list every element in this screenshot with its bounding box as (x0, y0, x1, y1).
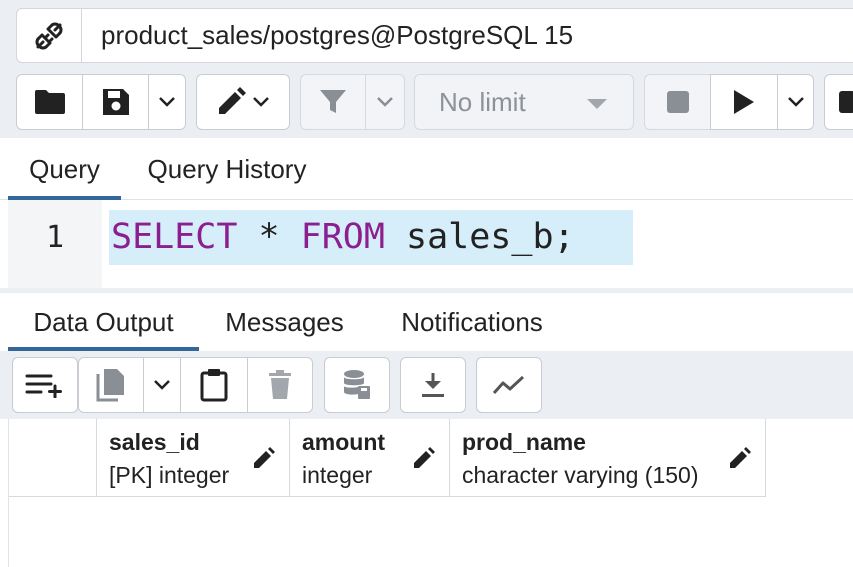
delete-row-button[interactable] (247, 357, 313, 413)
tab-notifications-label: Notifications (401, 306, 543, 337)
column-name: prod_name (462, 429, 586, 455)
copy-button[interactable] (78, 357, 144, 413)
chevron-down-icon (377, 97, 393, 107)
stop-query-button[interactable] (644, 74, 711, 130)
explain-icon (839, 91, 853, 113)
connection-label: product_sales/postgres@PostgreSQL 15 (101, 20, 574, 50)
chevron-down-icon (159, 97, 175, 107)
copy-options-dropdown[interactable] (143, 357, 181, 413)
chevron-down-icon (787, 97, 804, 107)
query-tab-bar: Query Query History (0, 138, 853, 200)
sql-code-line[interactable]: SELECT * FROM sales_b; (109, 210, 633, 265)
save-icon (102, 89, 129, 115)
row-limit-value: No limit (439, 86, 526, 117)
download-button[interactable] (400, 357, 466, 413)
sql-table-name: sales_b; (384, 217, 575, 257)
filter-icon (320, 90, 346, 113)
tab-query[interactable]: Query (8, 138, 121, 200)
pencil-icon[interactable] (413, 447, 435, 469)
tab-notifications[interactable]: Notifications (370, 293, 574, 351)
download-icon (422, 373, 444, 397)
clipboard-icon (200, 369, 228, 402)
database-save-icon (344, 370, 370, 399)
line-number: 1 (45, 220, 65, 255)
pencil-icon (219, 87, 246, 114)
chevron-down-icon (253, 97, 269, 107)
data-output-grid: sales_id [PK] integer amount integer pro… (8, 419, 853, 567)
tab-data-output-label: Data Output (33, 306, 174, 337)
save-file-button[interactable] (82, 74, 149, 130)
tab-query-history[interactable]: Query History (121, 138, 333, 200)
tab-messages-label: Messages (225, 306, 344, 337)
copy-icon (96, 369, 124, 402)
column-header-sales-id[interactable]: sales_id [PK] integer (97, 419, 290, 497)
connection-selector[interactable]: product_sales/postgres@PostgreSQL 15 (82, 8, 853, 63)
pencil-icon[interactable] (729, 447, 751, 469)
paste-button[interactable] (180, 357, 248, 413)
sql-keyword-select: SELECT (111, 217, 238, 257)
sql-star: * (237, 217, 301, 257)
execute-options-dropdown[interactable] (777, 74, 814, 130)
sql-keyword-from: FROM (300, 217, 385, 257)
line-number-gutter: 1 (8, 200, 102, 290)
row-limit-select[interactable]: No limit (414, 74, 634, 130)
tab-query-label: Query (29, 153, 100, 184)
add-row-icon (25, 374, 62, 398)
add-row-button[interactable] (12, 357, 78, 413)
trash-icon (269, 370, 291, 399)
data-output-toolbar (0, 351, 853, 419)
play-icon (734, 90, 754, 114)
tab-messages[interactable]: Messages (199, 293, 370, 351)
filter-options-dropdown[interactable] (365, 74, 405, 130)
edit-options-button[interactable] (196, 74, 290, 130)
filter-button[interactable] (300, 74, 366, 130)
graph-visualiser-button[interactable] (476, 357, 542, 413)
line-chart-icon (492, 375, 525, 395)
plug-connected-icon (35, 22, 63, 49)
pencil-icon[interactable] (253, 447, 275, 469)
sql-editor[interactable]: 1 SELECT * FROM sales_b; (0, 200, 853, 290)
save-options-dropdown[interactable] (148, 74, 186, 130)
row-number-header[interactable] (9, 419, 97, 497)
explain-button[interactable] (824, 74, 853, 130)
column-type: character varying (150) (462, 462, 699, 488)
connection-status-button[interactable] (16, 8, 82, 63)
caret-down-icon (587, 99, 607, 109)
open-file-button[interactable] (16, 74, 83, 130)
save-data-changes-button[interactable] (324, 357, 390, 413)
folder-icon (34, 90, 65, 114)
output-tab-bar: Data Output Messages Notifications (0, 293, 853, 351)
tab-query-history-label: Query History (147, 153, 307, 184)
chevron-down-icon (154, 380, 170, 390)
query-toolbar: No limit (0, 70, 853, 138)
tab-data-output[interactable]: Data Output (8, 293, 199, 351)
stop-icon (666, 91, 689, 113)
connection-bar: product_sales/postgres@PostgreSQL 15 (0, 0, 853, 70)
column-header-amount[interactable]: amount integer (290, 419, 450, 497)
execute-query-button[interactable] (710, 74, 778, 130)
column-header-prod-name[interactable]: prod_name character varying (150) (450, 419, 766, 497)
grid-header-row: sales_id [PK] integer amount integer pro… (9, 419, 766, 497)
